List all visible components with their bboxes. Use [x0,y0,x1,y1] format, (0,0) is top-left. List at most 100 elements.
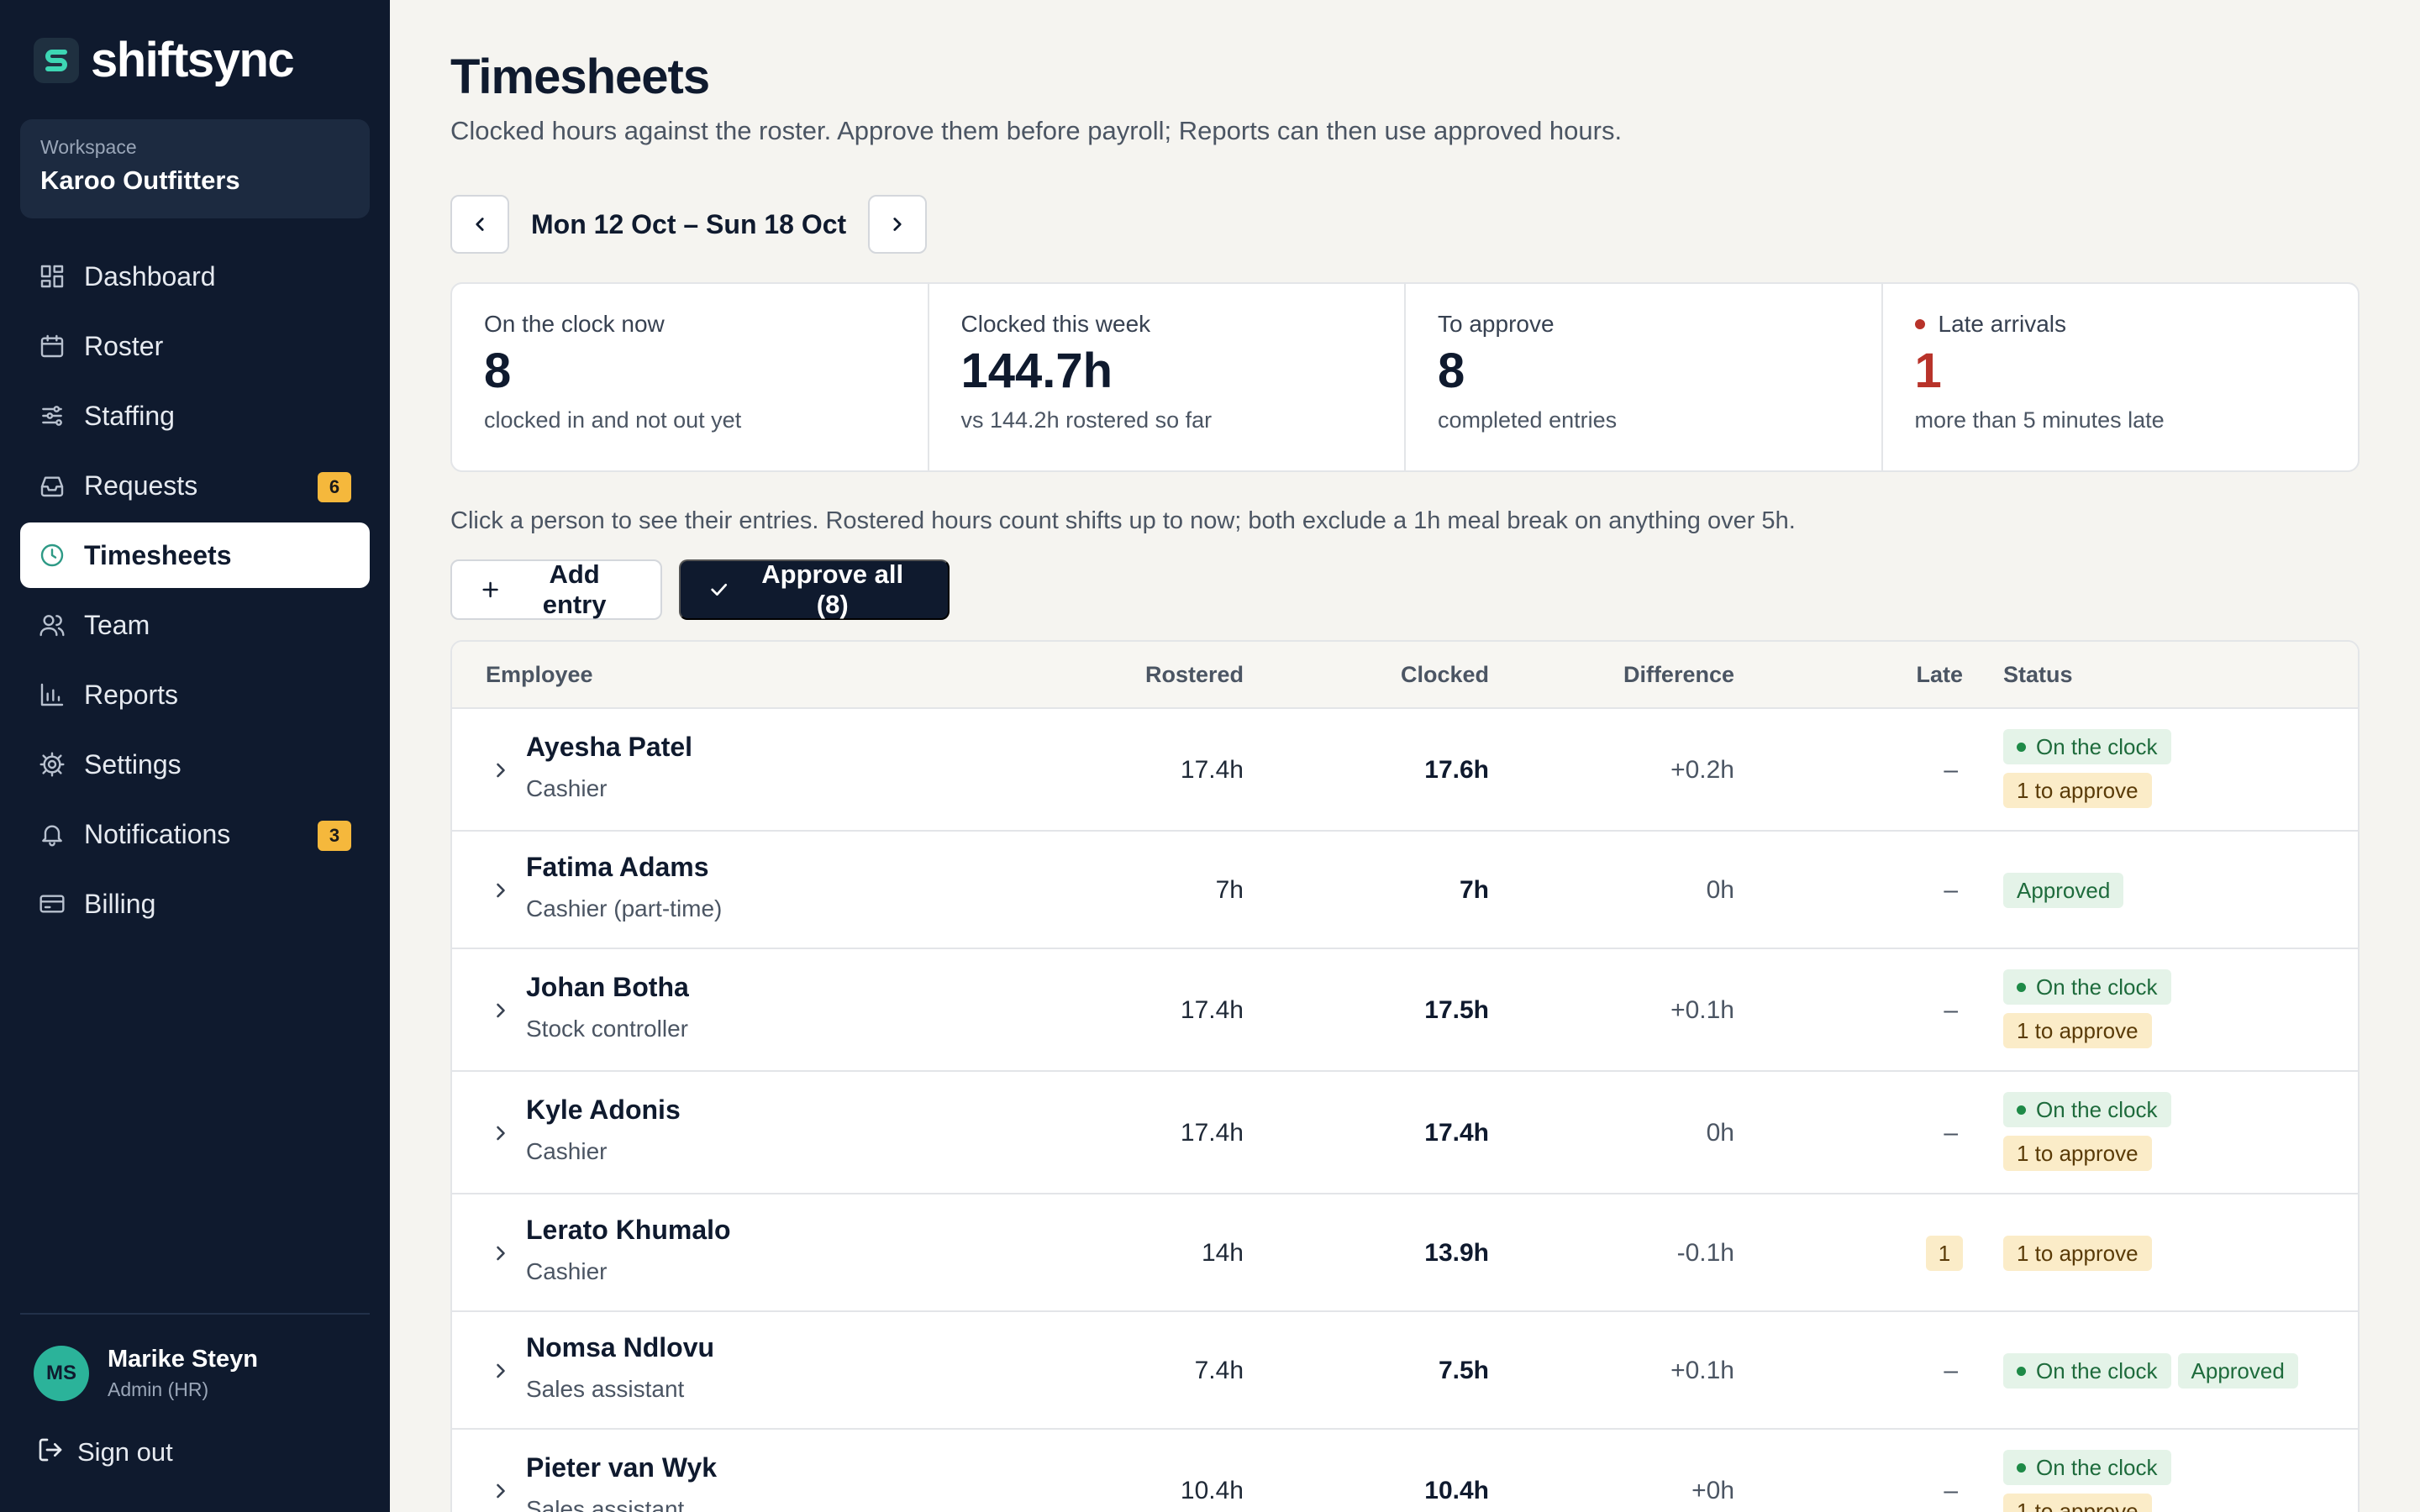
status-text: 1 to approve [2017,1498,2139,1512]
next-week-button[interactable] [868,195,928,254]
user-profile[interactable]: MS Marike Steyn Admin (HR) [34,1346,258,1401]
users-icon [39,612,66,638]
difference-hours: +0.1h [1670,996,1734,1024]
column-late[interactable]: Late [1916,662,1963,688]
sidebar-item-staffing[interactable]: Staffing [20,383,370,449]
status-badge: 1 to approve [2003,773,2152,808]
late-value: – [1944,996,1958,1024]
approve-all-button[interactable]: Approve all (8) [679,559,950,620]
sidebar-item-label: Dashboard [84,260,216,291]
status-cell: On the clock 1 to approve [2003,729,2171,808]
expand-chevron-icon[interactable] [489,759,513,786]
employee-name: Fatima Adams [526,852,709,882]
status-badge: 1 to approve [2003,1236,2152,1271]
sidebar-item-roster[interactable]: Roster [20,313,370,379]
table-row[interactable]: Johan Botha Stock controller 17.4h 17.5h +0.… [452,949,2358,1072]
status-badge: On the clock [2003,1450,2171,1485]
table-row[interactable]: Fatima Adams Cashier (part-time) 7h 7h 0h – Ap… [452,832,2358,949]
sidebar-item-timesheets[interactable]: Timesheets [20,522,370,588]
rostered-hours: 17.4h [1180,1119,1244,1147]
column-rostered[interactable]: Rostered [1145,662,1244,688]
alert-dot-icon [1914,319,1925,329]
expand-chevron-icon[interactable] [489,1359,513,1387]
clocked-hours: 7h [1459,876,1489,904]
calendar-icon [39,333,66,360]
stat-card: On the clock now 8 clocked in and not out … [452,284,928,470]
late-count-badge: 1 [1926,1236,1963,1271]
previous-week-button[interactable] [450,195,509,254]
expand-chevron-icon[interactable] [489,1121,513,1149]
stat-value: 1 [1914,344,1942,398]
check-icon [711,583,728,596]
status-badge: 1 to approve [2003,1136,2152,1171]
sign-out-icon [37,1436,64,1467]
status-badge: Approved [2177,1353,2298,1389]
status-text: 1 to approve [2017,1017,2139,1043]
table-row[interactable]: Kyle Adonis Cashier 17.4h 17.4h 0h – On the cl… [452,1072,2358,1194]
difference-hours: +0h [1691,1477,1734,1504]
chevron-right-icon [893,218,902,231]
table-actions: Add entry Approve all (8) [450,559,950,620]
sidebar: shiftsync Workspace Karoo Outfitters Das… [0,0,390,1512]
add-entry-button[interactable]: Add entry [450,559,662,620]
expand-chevron-icon[interactable] [489,1242,513,1269]
page-subtitle: Clocked hours against the roster. Approv… [450,116,1623,145]
gear-icon [39,751,66,778]
stat-subtext: completed entries [1438,407,1618,433]
table-body: Ayesha Patel Cashier 17.4h 17.6h +0.2h – On th… [452,709,2358,1512]
employee-role: Cashier [526,1138,608,1164]
sidebar-item-requests[interactable]: Requests 6 [20,453,370,518]
expand-chevron-icon[interactable] [489,999,513,1026]
sidebar-item-notifications[interactable]: Notifications 3 [20,801,370,867]
workspace-switcher[interactable]: Workspace Karoo Outfitters [20,119,370,218]
bar-chart-icon [39,681,66,708]
stat-value: 144.7h [960,344,1113,398]
table-row[interactable]: Nomsa Ndlovu Sales assistant 7.4h 7.5h +0.1h… [452,1312,2358,1430]
sidebar-nav: Dashboard Roster Staffing Requests 6 Timeshee… [20,244,370,941]
column-clocked[interactable]: Clocked [1401,662,1489,688]
sidebar-item-settings[interactable]: Settings [20,732,370,797]
clocked-hours: 7.5h [1438,1357,1489,1384]
status-text: On the clock [2036,974,2158,1000]
late-value: – [1944,1119,1958,1147]
chevron-left-icon [476,218,484,231]
status-text: On the clock [2036,1357,2158,1383]
sidebar-item-billing[interactable]: Billing [20,871,370,937]
sidebar-item-team[interactable]: Team [20,592,370,658]
column-employee[interactable]: Employee [486,662,593,688]
status-text: On the clock [2036,1454,2158,1480]
bell-icon [39,821,66,848]
stat-label: Late arrivals [1938,311,2067,337]
app-logo[interactable]: shiftsync [34,32,295,88]
employee-name: Pieter van Wyk [526,1452,718,1483]
nav-count-badge: 6 [318,472,351,502]
sidebar-item-dashboard[interactable]: Dashboard [20,244,370,309]
column-difference[interactable]: Difference [1623,662,1734,688]
late-value: – [1944,1477,1958,1504]
status-text: 1 to approve [2017,1240,2139,1266]
sign-out-button[interactable]: Sign out [37,1436,173,1467]
employee-name: Nomsa Ndlovu [526,1332,715,1362]
table-row[interactable]: Ayesha Patel Cashier 17.4h 17.6h +0.2h – On th… [452,709,2358,832]
stat-label: Clocked this week [960,311,1151,337]
late-value: – [1944,876,1958,904]
sidebar-item-label: Reports [84,679,179,710]
column-status[interactable]: Status [2003,662,2073,688]
status-cell: On the clock Approved [2003,1353,2298,1389]
difference-hours: 0h [1706,876,1734,904]
sidebar-item-label: Requests [84,470,198,501]
timesheets-table: Employee Rostered Clocked Difference Lat… [450,640,2360,1512]
workspace-name: Karoo Outfitters [40,165,240,195]
table-row[interactable]: Lerato Khumalo Cashier 14h 13.9h -0.1h 1 1 to … [452,1194,2358,1312]
status-badge: On the clock [2003,969,2171,1005]
sidebar-item-reports[interactable]: Reports [20,662,370,727]
stat-label: On the clock now [484,311,665,337]
expand-chevron-icon[interactable] [489,1479,513,1507]
expand-chevron-icon[interactable] [489,879,513,906]
clocked-hours: 17.5h [1424,996,1489,1024]
employee-role: Cashier [526,775,608,801]
inbox-icon [39,472,66,499]
stat-subtext: more than 5 minutes late [1914,407,2165,433]
status-text: 1 to approve [2017,1140,2139,1166]
table-row[interactable]: Pieter van Wyk Sales assistant 10.4h 10.4h +… [452,1430,2358,1512]
